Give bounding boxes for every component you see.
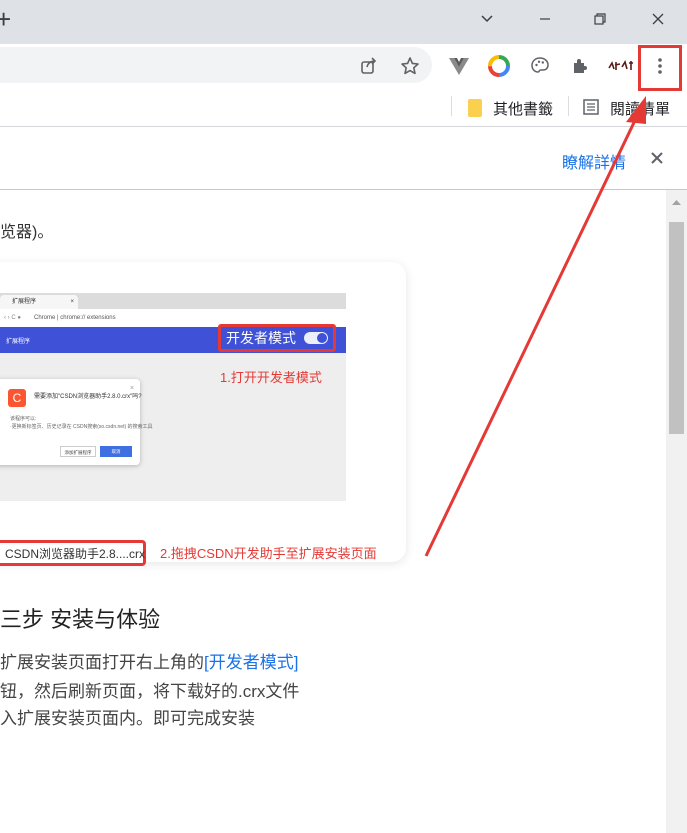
- step-three-heading: 三步 安装与体验: [0, 607, 161, 632]
- menu-highlight-box: [638, 45, 682, 91]
- vue-devtools-icon[interactable]: [447, 54, 471, 78]
- toolbar: [0, 44, 687, 88]
- close-infobar-icon[interactable]: [648, 149, 666, 167]
- csdn-logo-icon: C: [8, 389, 26, 407]
- minimize-icon[interactable]: [531, 8, 559, 30]
- dialog-permission-line: ·更换新标签页、历史记录在 CSDN搜索(so.csdn.net) 的搜索工具: [10, 424, 153, 430]
- info-bar: 瞭解詳情: [0, 127, 687, 190]
- palette-icon[interactable]: [528, 54, 552, 78]
- puzzle-extensions-icon[interactable]: [568, 54, 592, 78]
- close-icon[interactable]: [644, 8, 672, 30]
- paragraph-text: 扩展安装页面打开右上角的: [0, 653, 204, 672]
- text-fragment: 览器)。: [0, 224, 54, 241]
- restore-icon[interactable]: [586, 8, 614, 30]
- dialog-close-icon: ×: [130, 385, 135, 392]
- dialog-secondary-button: 添加扩展程序: [60, 446, 96, 457]
- bookmarks-divider: [451, 96, 452, 116]
- dialog-primary-button: 取消: [100, 446, 132, 457]
- developer-mode-label: 开发者模式: [226, 330, 296, 346]
- calligraphy-extension-icon[interactable]: [607, 54, 635, 78]
- instruction-image-card: 扩展程序 × ‹ › C ● Chrome | chrome:// extensi…: [0, 262, 406, 566]
- dialog-permission-title: 该程序可以:: [10, 416, 37, 422]
- other-bookmarks-link[interactable]: 其他書籤: [493, 98, 553, 119]
- vertical-scrollbar[interactable]: [666, 190, 687, 833]
- developer-mode-link[interactable]: [开发者模式]: [204, 653, 298, 672]
- chrome-circle-icon[interactable]: [487, 54, 511, 78]
- plus-icon[interactable]: +: [0, 4, 11, 34]
- crx-file-name: CSDN浏览器助手2.8....crx: [5, 546, 146, 561]
- mock-header-title: 扩展程序: [6, 339, 31, 345]
- mock-tab-bar: 扩展程序 ×: [0, 293, 346, 309]
- paragraph-line-3: 入扩展安装页面内。即可完成安装: [0, 709, 255, 728]
- page-content: 览器)。 扩展程序 × ‹ › C ● Chrome | chrome:// ex…: [0, 190, 666, 833]
- crx-file-highlight: CSDN浏览器助手2.8....crx: [0, 540, 146, 566]
- bookmarks-bar: 其他書籤 閱讀清單: [0, 88, 687, 127]
- step-two-caption: 2.拖拽CSDN开发助手至扩展安装页面: [160, 546, 377, 561]
- chevron-down-icon[interactable]: [473, 8, 501, 30]
- mock-extensions-header: 扩展程序 开发者模式: [0, 324, 346, 353]
- scroll-up-icon[interactable]: [666, 196, 687, 210]
- folder-icon: [463, 96, 487, 120]
- paragraph-line-1: 扩展安装页面打开右上角的[开发者模式]: [0, 648, 298, 673]
- toggle-icon: [304, 332, 328, 344]
- scrollbar-thumb[interactable]: [669, 222, 684, 434]
- reading-list-link[interactable]: 閱讀清單: [610, 98, 670, 119]
- paragraph-line-2: 钮，然后刷新页面，将下载好的.crx文件: [0, 682, 300, 701]
- reading-list-icon: [579, 95, 603, 119]
- developer-mode-highlight: 开发者模式: [218, 324, 336, 352]
- star-icon[interactable]: [398, 54, 422, 78]
- mock-add-extension-dialog: C 需要添加"CSDN浏览器助手2.8.0.crx"吗? × 该程序可以: ·更…: [0, 379, 153, 465]
- tab-strip: +: [0, 0, 687, 44]
- step-one-caption: 1.打开开发者模式: [220, 370, 322, 385]
- bookmarks-divider: [568, 96, 569, 116]
- learn-more-link[interactable]: 瞭解詳情: [562, 149, 626, 173]
- share-icon[interactable]: [357, 54, 381, 78]
- mock-browser-window: 扩展程序 × ‹ › C ● Chrome | chrome:// extensi…: [0, 293, 377, 566]
- mock-tab: 扩展程序 ×: [0, 295, 78, 309]
- dialog-title: 需要添加"CSDN浏览器助手2.8.0.crx"吗?: [34, 394, 142, 400]
